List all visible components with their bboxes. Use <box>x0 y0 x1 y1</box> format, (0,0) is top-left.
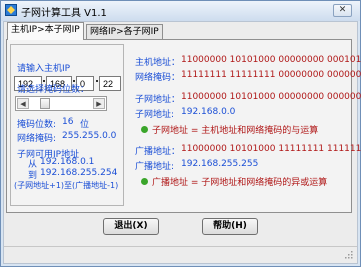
usable-from-value: 192.168.0.1 <box>40 157 95 167</box>
window-title: 子网计算工具 V1.1 <box>21 8 107 19</box>
tab-network-to-subnets[interactable]: 网络IP>各子网IP <box>86 24 163 40</box>
app-icon <box>5 4 17 16</box>
broadcast-binary-label: 广播地址： <box>135 147 181 157</box>
exit-button[interactable]: 退出(X) <box>103 218 159 235</box>
bullet-icon <box>141 126 148 133</box>
ip-octet-4[interactable] <box>99 76 121 91</box>
scroll-right-icon[interactable]: ▶ <box>93 98 105 109</box>
mask-bits-value: 16 <box>62 117 74 127</box>
mask-bits-label: 掩码位数: <box>17 120 57 130</box>
status-bar <box>4 246 357 262</box>
tab-host-to-subnet[interactable]: 主机IP>本子网IP <box>7 22 84 40</box>
resize-grip-icon[interactable] <box>344 250 353 259</box>
broadcast-ip-value: 192.168.255.255 <box>181 159 259 169</box>
subnet-formula-note: 子网地址 = 主机地址和网络掩码的与运算 <box>152 126 319 136</box>
close-icon: ✕ <box>338 5 347 15</box>
bullet-icon <box>141 178 148 185</box>
help-button[interactable]: 帮助(H) <box>202 218 258 235</box>
subnet-ip-value: 192.168.0.0 <box>181 107 236 117</box>
broadcast-formula-note: 广播地址 = 子网地址和网络掩码的异或运算 <box>152 178 328 188</box>
ip-input-label: 请输入主机IP <box>17 64 71 74</box>
net-mask-binary-label: 网络掩码： <box>135 73 181 83</box>
broadcast-binary: 11000000 10101000 11111111 11111111 <box>181 144 361 154</box>
net-mask-binary: 11111111 11111111 00000000 00000000 <box>181 70 361 80</box>
close-button[interactable]: ✕ <box>333 4 352 17</box>
usable-range-note: (子网地址+1)至(广播地址-1) <box>14 181 119 190</box>
mask-bits-scrollbar[interactable]: ◀ ▶ <box>15 96 107 111</box>
subnet-binary: 11000000 10101000 00000000 00000000 <box>181 92 361 102</box>
net-mask-value: 255.255.0.0 <box>62 131 117 141</box>
ip-dot-separator <box>96 80 98 82</box>
scroll-left-icon[interactable]: ◀ <box>17 98 29 109</box>
broadcast-ip-label: 广播地址: <box>135 162 175 172</box>
net-mask-label: 网络掩码: <box>17 134 57 144</box>
subnet-binary-label: 子网地址： <box>135 95 181 105</box>
scroll-thumb[interactable] <box>40 98 50 109</box>
mask-bits-unit: 位 <box>80 120 90 130</box>
host-address-label: 主机地址： <box>135 58 181 68</box>
host-address-binary: 11000000 10101000 00000000 00010110 <box>181 55 361 65</box>
usable-to-value: 192.168.255.254 <box>40 168 118 178</box>
subnet-ip-label: 子网地址: <box>135 110 175 120</box>
mask-select-label: 请选择掩码位数： <box>17 85 90 95</box>
